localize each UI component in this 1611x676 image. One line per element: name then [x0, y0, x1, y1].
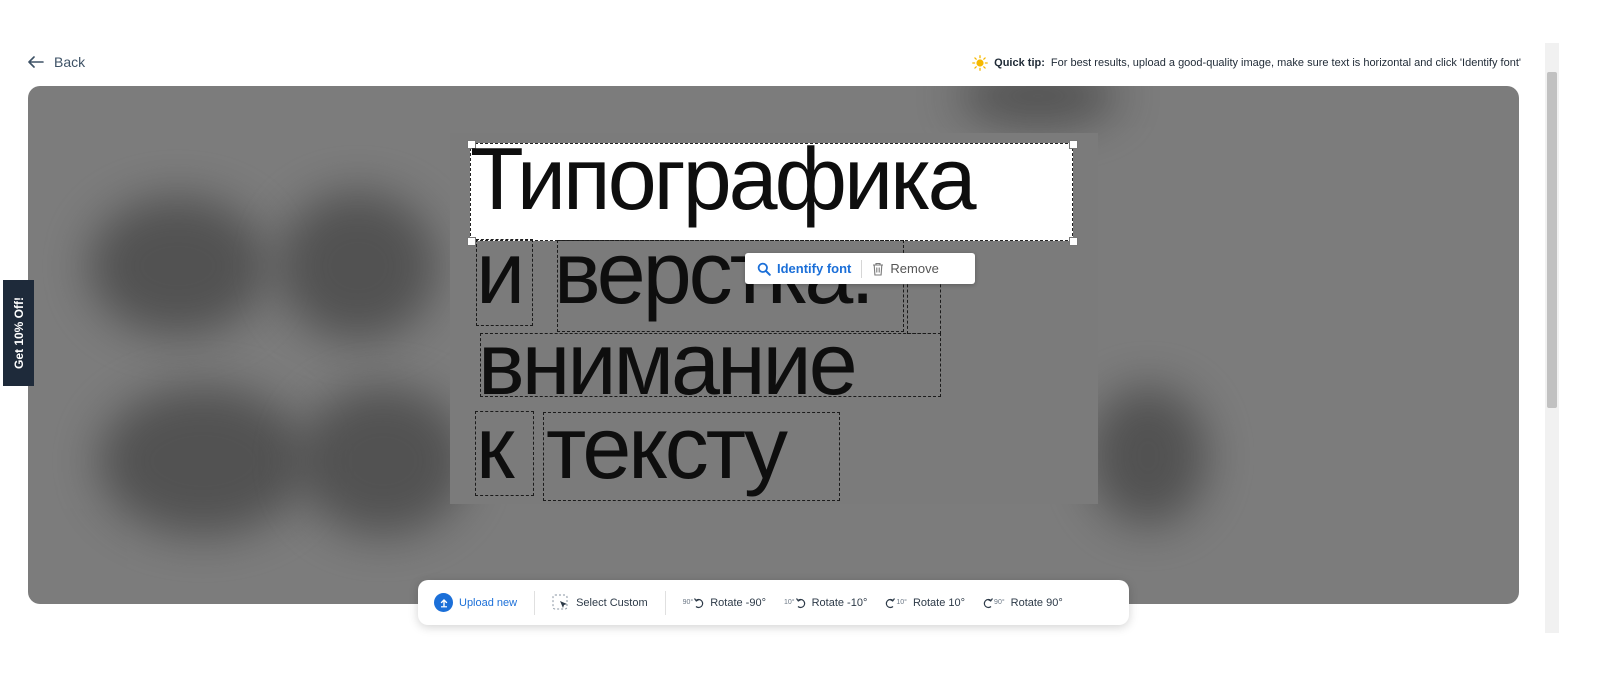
blurred-background	[88, 196, 268, 336]
identify-font-label: Identify font	[777, 261, 852, 276]
rotate-cw-icon: 90°	[983, 597, 1005, 609]
rotate-plus-90-label: Rotate 90°	[1010, 596, 1063, 609]
remove-label: Remove	[890, 261, 939, 276]
rotate-minus-90-badge: 90°	[682, 599, 694, 606]
select-cursor-icon	[552, 594, 568, 609]
blurred-background	[98, 386, 308, 536]
back-label: Back	[54, 54, 86, 70]
bottom-toolbar: Upload new Select Custom 90° Rotate -90°…	[418, 580, 1129, 625]
image-text-word: и	[476, 223, 525, 322]
tip-text: For best results, upload a good-quality …	[1050, 57, 1521, 69]
rotate-ccw-icon: 90°	[683, 597, 705, 609]
toolbar-divider	[534, 590, 536, 615]
rotate-minus-90-label: Rotate -90°	[710, 596, 766, 609]
blurred-background	[298, 386, 468, 536]
rotate-minus-10-label: Rotate -10°	[811, 596, 868, 609]
rotate-cw-icon: 10°	[885, 597, 907, 609]
upload-new-button[interactable]: Upload new	[434, 593, 517, 612]
rotate-ccw-icon: 10°	[784, 597, 806, 609]
blurred-background	[1088, 386, 1208, 526]
resize-handle[interactable]	[1069, 140, 1078, 149]
resize-handle[interactable]	[1069, 237, 1078, 246]
rotate-minus-90-button[interactable]: 90° Rotate -90°	[683, 597, 766, 609]
rotate-minus-10-badge: 10°	[783, 599, 795, 606]
upload-new-label: Upload new	[459, 596, 518, 609]
toolbar-divider	[664, 590, 666, 615]
remove-button[interactable]: Remove	[862, 253, 948, 284]
select-custom-label: Select Custom	[576, 596, 648, 609]
selection-popup: Identify font Remove	[745, 253, 975, 284]
lightbulb-icon	[972, 55, 989, 71]
rotate-plus-10-label: Rotate 10°	[912, 596, 966, 609]
blurred-background	[958, 86, 1118, 126]
image-text-word: тексту	[546, 398, 788, 497]
rotate-plus-10-badge: 10°	[896, 599, 907, 606]
blurred-background	[278, 191, 438, 341]
tip-label: Quick tip:	[994, 57, 1045, 69]
rotate-minus-10-button[interactable]: 10° Rotate -10°	[784, 597, 867, 609]
image-text-word: к	[476, 398, 514, 497]
promo-tab[interactable]: Get 10% Off!	[3, 280, 34, 386]
resize-handle[interactable]	[467, 237, 476, 246]
rotate-plus-90-button[interactable]: 90° Rotate 90°	[983, 597, 1063, 609]
promo-label: Get 10% Off!	[11, 296, 26, 370]
search-icon	[757, 262, 771, 276]
image-text-word: внимание	[478, 314, 858, 413]
upload-icon	[434, 593, 453, 612]
back-link[interactable]: Back	[28, 54, 85, 70]
image-text-line: Типографика	[470, 129, 977, 228]
rotate-plus-90-badge: 90°	[994, 599, 1005, 606]
image-stage[interactable]: Типографика и верстка. внимание к тексту	[28, 86, 1519, 604]
quick-tip: Quick tip: For best results, upload a go…	[972, 55, 1521, 71]
uploaded-image[interactable]: Типографика и верстка. внимание к тексту	[450, 133, 1098, 504]
select-custom-button[interactable]: Select Custom	[552, 594, 648, 612]
trash-icon	[873, 262, 884, 276]
identify-font-button[interactable]: Identify font	[745, 253, 861, 284]
arrow-left-icon	[28, 56, 44, 68]
scrollbar-thumb[interactable]	[1547, 72, 1557, 408]
rotate-plus-10-button[interactable]: 10° Rotate 10°	[885, 597, 965, 609]
